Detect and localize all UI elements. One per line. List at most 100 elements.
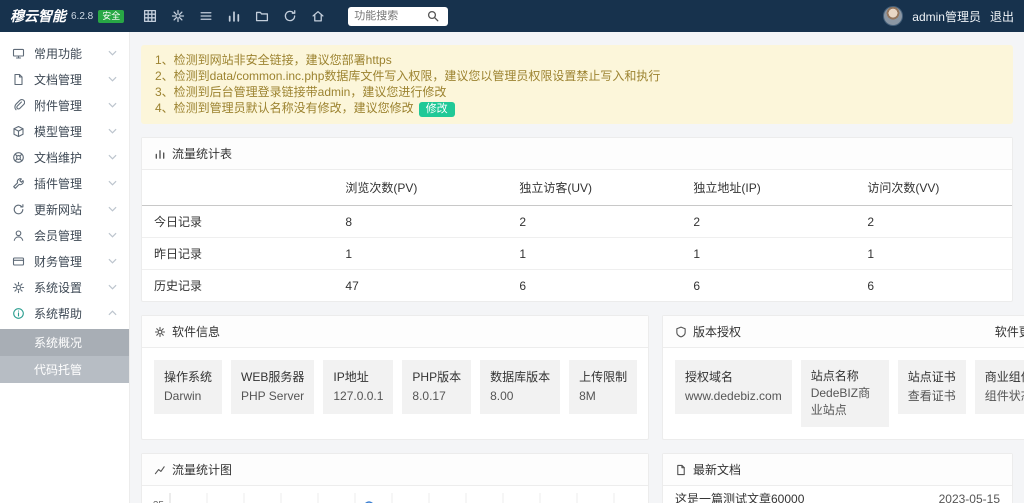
table-header-row: 浏览次数(PV) 独立访客(UV) 独立地址(IP) 访问次数(VV) — [142, 170, 1012, 206]
sidebar-item-documents[interactable]: 文档管理 — [0, 66, 129, 92]
info-box: 站点名称 DedeBIZ商业站点 — [801, 360, 889, 427]
card-header: 流量统计表 — [142, 138, 1012, 170]
chevron-down-icon — [108, 128, 117, 134]
chevron-down-icon — [108, 76, 117, 82]
cell: 8 — [333, 206, 507, 238]
cell: 1 — [333, 238, 507, 270]
sidebar-item-label: 更新网站 — [34, 201, 99, 218]
sidebar-item-plugins[interactable]: 插件管理 — [0, 170, 129, 196]
cell: 47 — [333, 270, 507, 302]
info-box: WEB服务器 PHP Server — [231, 360, 314, 414]
bottom-row: 流量统计图 — [141, 453, 1013, 503]
sidebar-item-label: 插件管理 — [34, 175, 99, 192]
submenu-item-system-overview[interactable]: 系统概况 — [0, 329, 129, 356]
info-value: 8M — [579, 387, 627, 406]
chevron-down-icon — [108, 154, 117, 160]
user-area: admin管理员 退出 — [883, 6, 1014, 26]
table-row: 昨日记录 1 1 1 1 — [142, 238, 1012, 270]
sidebar-item-attachments[interactable]: 附件管理 — [0, 92, 129, 118]
card-header: 版本授权 软件更新 — [663, 316, 1024, 348]
col-vv: 访问次数(VV) — [855, 170, 1012, 206]
col-ip: 独立地址(IP) — [681, 170, 855, 206]
card-header: 软件信息 — [142, 316, 648, 348]
alert-line: 1、检测到网站非安全链接，建议您部署https — [155, 52, 999, 68]
traffic-chart-card: 流量统计图 — [141, 453, 649, 503]
security-alert: 1、检测到网站非安全链接，建议您部署https 2、检测到data/common… — [141, 45, 1013, 124]
submenu-item-code-hosting[interactable]: 代码托管 — [0, 356, 129, 383]
shield-icon — [675, 326, 687, 338]
gear-icon — [12, 281, 25, 294]
cell: 6 — [681, 270, 855, 302]
chevron-down-icon — [108, 284, 117, 290]
search-icon[interactable] — [427, 10, 439, 22]
card-header: 最新文档 — [663, 454, 1012, 486]
alert-line-text: 4、检测到管理员默认名称没有修改，建议您修改 — [155, 101, 414, 115]
info-label: 上传限制 — [579, 368, 627, 387]
software-update-link[interactable]: 软件更新 — [995, 323, 1024, 340]
sidebar-item-label: 文档管理 — [34, 71, 99, 88]
chevron-down-icon — [108, 232, 117, 238]
info-box: 数据库版本 8.00 — [480, 360, 560, 414]
cell: 1 — [855, 238, 1012, 270]
bar-chart-icon[interactable] — [220, 0, 248, 32]
col-blank — [142, 170, 333, 206]
license-boxes: 授权域名 www.dedebiz.com 站点名称 DedeBIZ商业站点 站点… — [663, 348, 1024, 439]
row-label: 历史记录 — [142, 270, 333, 302]
grid-icon[interactable] — [136, 0, 164, 32]
lifebuoy-icon — [12, 151, 25, 164]
gear-icon[interactable] — [164, 0, 192, 32]
info-box: PHP版本 8.0.17 — [402, 360, 471, 414]
sidebar-item-members[interactable]: 会员管理 — [0, 222, 129, 248]
alert-line: 3、检测到后台管理登录链接带admin，建议您进行修改 — [155, 84, 999, 100]
component-status-link[interactable]: 组件状态 — [985, 387, 1024, 406]
info-label: PHP版本 — [412, 368, 461, 387]
cell: 2 — [681, 206, 855, 238]
col-uv: 独立访客(UV) — [507, 170, 681, 206]
latest-docs-card: 最新文档 这是一篇测试文章60000 2023-05-15 这是一篇测试文章59… — [662, 453, 1013, 503]
sidebar-item-maintenance[interactable]: 文档维护 — [0, 144, 129, 170]
info-box: 授权域名 www.dedebiz.com — [675, 360, 792, 414]
list-item: 这是一篇测试文章60000 2023-05-15 — [663, 486, 1012, 503]
folder-icon[interactable] — [248, 0, 276, 32]
row-label: 昨日记录 — [142, 238, 333, 270]
help-submenu: 系统概况 代码托管 — [0, 329, 129, 383]
refresh-icon[interactable] — [276, 0, 304, 32]
col-pv: 浏览次数(PV) — [333, 170, 507, 206]
sidebar-item-models[interactable]: 模型管理 — [0, 118, 129, 144]
info-box: IP地址 127.0.0.1 — [323, 360, 393, 414]
cell: 6 — [855, 270, 1012, 302]
monitor-icon — [12, 47, 25, 60]
chevron-down-icon — [108, 206, 117, 212]
brand: 穆云智能 6.2.8 安全 — [10, 6, 124, 26]
menu-icon[interactable] — [192, 0, 220, 32]
software-boxes: 操作系统 Darwin WEB服务器 PHP Server IP地址 127.0… — [142, 348, 648, 426]
sidebar-item-help[interactable]: 系统帮助 — [0, 300, 129, 326]
sidebar-item-finance[interactable]: 财务管理 — [0, 248, 129, 274]
info-label: 站点名称 — [811, 368, 879, 385]
home-icon[interactable] — [304, 0, 332, 32]
card-title: 软件信息 — [172, 323, 220, 340]
doc-title-link[interactable]: 这是一篇测试文章60000 — [675, 491, 804, 503]
alert-line: 2、检测到data/common.inc.php数据库文件写入权限，建议您以管理… — [155, 68, 999, 84]
function-search — [348, 7, 448, 26]
info-value: 8.0.17 — [412, 387, 461, 406]
sidebar-item-settings[interactable]: 系统设置 — [0, 274, 129, 300]
topbar: 穆云智能 6.2.8 安全 admin管理员 退出 — [0, 0, 1024, 32]
traffic-chart: 25 20 — [142, 486, 648, 503]
view-certificate-link[interactable]: 查看证书 — [908, 387, 956, 406]
modify-button[interactable]: 修改 — [419, 102, 455, 117]
search-input[interactable] — [354, 10, 424, 22]
sidebar-item-label: 系统设置 — [34, 279, 99, 296]
line-chart-icon — [154, 464, 166, 476]
info-label: 商业组件 — [985, 368, 1024, 387]
chevron-down-icon — [108, 102, 117, 108]
info-box: 操作系统 Darwin — [154, 360, 222, 414]
avatar[interactable] — [883, 6, 903, 26]
logout-button[interactable]: 退出 — [990, 8, 1014, 25]
sidebar-item-common[interactable]: 常用功能 — [0, 40, 129, 66]
username[interactable]: admin管理员 — [912, 8, 981, 25]
info-label: 站点证书 — [908, 368, 956, 387]
sidebar-item-update-site[interactable]: 更新网站 — [0, 196, 129, 222]
sidebar-item-label: 模型管理 — [34, 123, 99, 140]
info-value: 8.00 — [490, 387, 550, 406]
